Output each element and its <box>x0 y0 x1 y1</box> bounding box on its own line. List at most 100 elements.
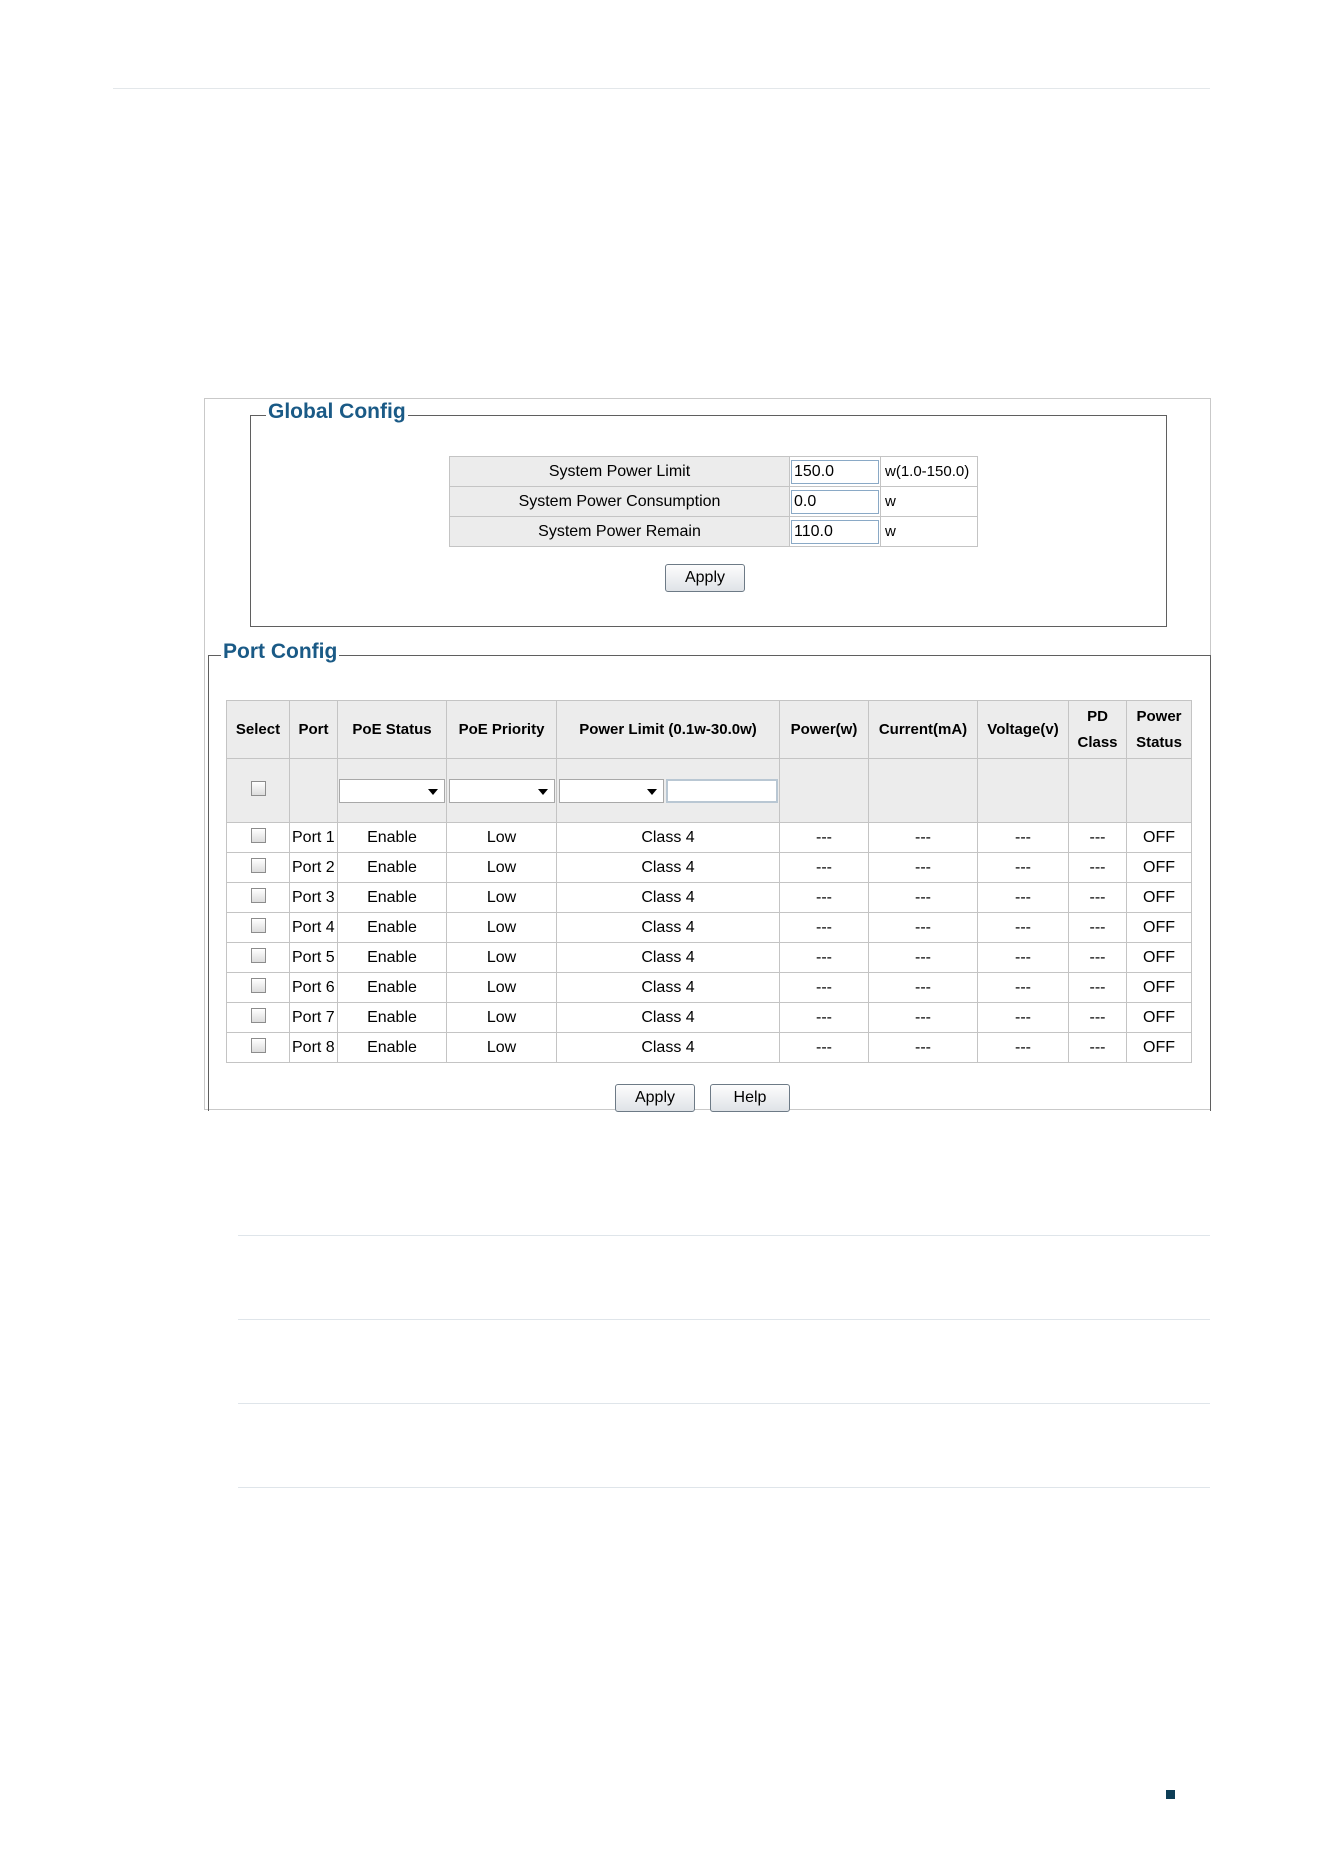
voltage-value: --- <box>977 912 1069 943</box>
power-status-value: OFF <box>1126 942 1192 973</box>
system-power-limit-label: System Power Limit <box>449 456 790 487</box>
page-marker <box>1166 1790 1175 1799</box>
global-row: System Power Consumption w <box>449 486 978 517</box>
table-header-row: Select Port PoE Status PoE Priority Powe… <box>226 700 1192 759</box>
system-power-consumption-input[interactable] <box>791 489 879 514</box>
row-select-checkbox[interactable] <box>250 917 266 933</box>
section-divider <box>238 1487 1210 1488</box>
header-select: Select <box>226 700 290 759</box>
table-row: Port 6 Enable Low Class 4 --- --- --- --- OFF <box>226 972 1192 1003</box>
row-select-checkbox[interactable] <box>250 887 266 903</box>
system-power-consumption-unit: w <box>880 486 978 517</box>
poe-priority-value: Low <box>446 912 557 943</box>
global-config-legend: Global Config <box>266 399 408 425</box>
filter-row <box>226 758 1192 823</box>
poe-priority-value: Low <box>446 852 557 883</box>
voltage-value: --- <box>977 942 1069 973</box>
pd-class-value: --- <box>1068 942 1127 973</box>
power-limit-value: Class 4 <box>556 852 780 883</box>
header-pd-class-line2: Class <box>1077 733 1118 751</box>
power-limit-value: Class 4 <box>556 1032 780 1063</box>
power-status-value: OFF <box>1126 882 1192 913</box>
poe-priority-select[interactable] <box>448 778 555 803</box>
poe-status-value: Enable <box>337 912 447 943</box>
port-name: Port 3 <box>289 882 338 913</box>
power-limit-select[interactable] <box>559 778 664 803</box>
global-row: System Power Limit w(1.0-150.0) <box>449 456 978 487</box>
pd-class-value: --- <box>1068 912 1127 943</box>
port-name: Port 2 <box>289 852 338 883</box>
port-config-table: Select Port PoE Status PoE Priority Powe… <box>226 700 1192 1063</box>
voltage-value: --- <box>977 882 1069 913</box>
voltage-value: --- <box>977 822 1069 853</box>
power-limit-value: Class 4 <box>556 882 780 913</box>
power-status-value: OFF <box>1126 1002 1192 1033</box>
header-poe-status: PoE Status <box>337 700 447 759</box>
pd-class-value: --- <box>1068 882 1127 913</box>
power-value: --- <box>779 852 869 883</box>
chevron-down-icon <box>537 788 548 795</box>
global-config-table: System Power Limit w(1.0-150.0) System P… <box>449 456 978 547</box>
current-value: --- <box>868 882 978 913</box>
header-voltage: Voltage(v) <box>977 700 1069 759</box>
power-status-value: OFF <box>1126 972 1192 1003</box>
voltage-value: --- <box>977 1032 1069 1063</box>
row-select-checkbox[interactable] <box>250 827 266 843</box>
current-value: --- <box>868 912 978 943</box>
power-value: --- <box>779 1032 869 1063</box>
poe-status-value: Enable <box>337 1002 447 1033</box>
section-divider <box>238 1319 1210 1320</box>
power-limit-input[interactable] <box>666 778 778 803</box>
row-select-checkbox[interactable] <box>250 947 266 963</box>
port-rows: Port 1 Enable Low Class 4 --- --- --- --- OFF Por… <box>226 822 1192 1063</box>
poe-priority-value: Low <box>446 942 557 973</box>
table-row: Port 3 Enable Low Class 4 --- --- --- --- OFF <box>226 882 1192 913</box>
poe-priority-value: Low <box>446 972 557 1003</box>
power-value: --- <box>779 1002 869 1033</box>
power-status-value: OFF <box>1126 1032 1192 1063</box>
chevron-down-icon <box>428 788 438 795</box>
header-power-status-line1: Power <box>1136 707 1182 725</box>
power-value: --- <box>779 882 869 913</box>
section-divider <box>238 1403 1210 1404</box>
pd-class-value: --- <box>1068 1032 1127 1063</box>
select-all-checkbox[interactable] <box>250 780 266 796</box>
power-limit-value: Class 4 <box>556 1002 780 1033</box>
system-power-limit-input[interactable] <box>791 459 879 484</box>
voltage-value: --- <box>977 1002 1069 1033</box>
poe-status-value: Enable <box>337 972 447 1003</box>
row-select-checkbox[interactable] <box>250 977 266 993</box>
table-row: Port 1 Enable Low Class 4 --- --- --- --- OFF <box>226 822 1192 853</box>
power-limit-controls <box>557 778 779 803</box>
system-power-remain-input[interactable] <box>791 519 879 544</box>
poe-priority-value: Low <box>446 1002 557 1033</box>
power-value: --- <box>779 822 869 853</box>
row-select-checkbox[interactable] <box>250 1037 266 1053</box>
port-apply-button[interactable]: Apply <box>615 1084 695 1112</box>
power-limit-value: Class 4 <box>556 912 780 943</box>
power-status-value: OFF <box>1126 852 1192 883</box>
global-apply-button[interactable]: Apply <box>665 564 745 592</box>
power-value: --- <box>779 942 869 973</box>
poe-status-value: Enable <box>337 852 447 883</box>
poe-status-value: Enable <box>337 882 447 913</box>
poe-status-value: Enable <box>337 1032 447 1063</box>
poe-config-panel: Global Config System Power Limit w(1.0-1… <box>204 398 1211 1112</box>
voltage-value: --- <box>977 972 1069 1003</box>
current-value: --- <box>868 972 978 1003</box>
section-divider <box>238 1235 1210 1236</box>
power-value: --- <box>779 912 869 943</box>
header-power-limit: Power Limit (0.1w-30.0w) <box>556 700 780 759</box>
poe-status-select[interactable] <box>339 778 445 803</box>
pd-class-value: --- <box>1068 822 1127 853</box>
poe-priority-value: Low <box>446 822 557 853</box>
power-status-value: OFF <box>1126 822 1192 853</box>
help-button[interactable]: Help <box>710 1084 790 1112</box>
header-port: Port <box>289 700 338 759</box>
row-select-checkbox[interactable] <box>250 1007 266 1023</box>
pd-class-value: --- <box>1068 852 1127 883</box>
header-power-status-line2: Status <box>1136 733 1182 751</box>
row-select-checkbox[interactable] <box>250 857 266 873</box>
table-row: Port 8 Enable Low Class 4 --- --- --- --- OFF <box>226 1032 1192 1063</box>
pd-class-value: --- <box>1068 1002 1127 1033</box>
